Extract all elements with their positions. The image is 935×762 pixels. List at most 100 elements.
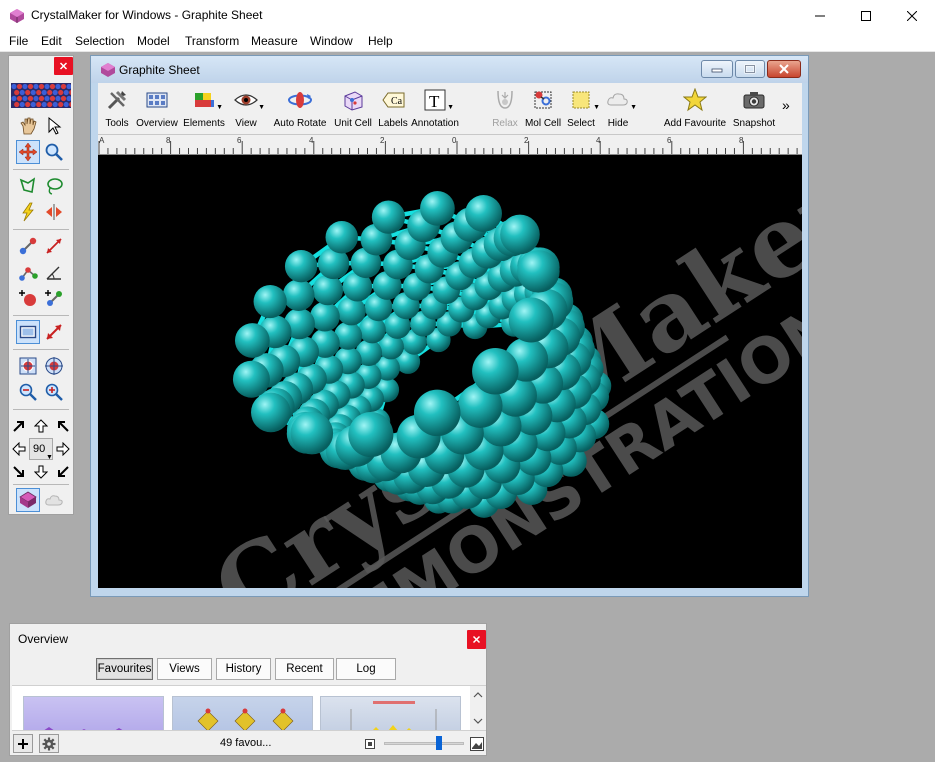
carbon-atom[interactable] <box>325 220 358 254</box>
add-favourite-small-button[interactable] <box>13 734 33 753</box>
toolbar-relax-button[interactable]: Relax <box>488 87 522 133</box>
tab-favourites[interactable]: Favourites <box>96 658 153 680</box>
carbon-atom[interactable] <box>232 360 270 398</box>
thumbnail-scrollbar[interactable] <box>470 686 486 730</box>
favourite-thumbnail[interactable] <box>23 696 164 730</box>
toolbar-auto-rotate-button[interactable]: Auto Rotate <box>271 87 329 133</box>
zoom-fit-tool[interactable] <box>16 354 40 378</box>
document-title-bar[interactable]: Graphite Sheet <box>91 56 808 83</box>
toolbar-view-button[interactable]: ▼ View <box>230 87 265 133</box>
carbon-atom[interactable] <box>312 274 344 306</box>
crystal-edit-tool[interactable] <box>16 488 40 512</box>
carbon-atom[interactable] <box>337 296 366 326</box>
menu-measure[interactable]: Measure <box>251 34 298 48</box>
carbon-atom[interactable] <box>508 297 554 343</box>
add-atom-tool[interactable] <box>16 286 40 310</box>
menu-window[interactable]: Window <box>310 34 353 48</box>
polygon-lasso-tool[interactable] <box>16 174 40 198</box>
resize-tool[interactable] <box>42 320 66 344</box>
lasso-tool[interactable] <box>42 174 66 198</box>
carbon-atom[interactable] <box>465 195 502 232</box>
rotate-right-button[interactable] <box>53 437 73 461</box>
cloud-tool[interactable] <box>42 488 66 512</box>
tab-recent[interactable]: Recent <box>275 658 334 680</box>
carbon-atom[interactable] <box>253 284 287 319</box>
carbon-atom[interactable] <box>348 411 394 458</box>
toolbar-snapshot-button[interactable]: Snapshot <box>732 87 776 133</box>
toolbar-annotation-button[interactable]: T ▼ Annotation <box>411 87 459 133</box>
maximize-button[interactable] <box>843 0 889 31</box>
add-bond-tool[interactable] <box>42 286 66 310</box>
hand-tool[interactable] <box>16 114 40 138</box>
favourite-thumbnail[interactable] <box>320 696 461 730</box>
toolbar-overflow-chevron-icon[interactable]: » <box>782 97 798 117</box>
angle-atoms-tool[interactable] <box>16 260 40 284</box>
rotate-down-button[interactable] <box>31 460 51 484</box>
nanotube-model[interactable]: CrystalMaker DEMONSTRATION <box>98 155 802 588</box>
menu-transform[interactable]: Transform <box>185 34 239 48</box>
rotate-down-right-button[interactable] <box>53 460 73 484</box>
centre-tool[interactable] <box>42 354 66 378</box>
rotate-down-left-button[interactable] <box>9 460 29 484</box>
carbon-atom[interactable] <box>290 411 334 455</box>
carbon-atom[interactable] <box>517 250 560 293</box>
toolbar-tools-button[interactable]: Tools <box>100 87 134 133</box>
toolbar-mol-cell-button[interactable]: Mol Cell <box>524 87 562 133</box>
lightning-tool[interactable] <box>16 200 40 224</box>
thumbnail-size-slider-thumb[interactable] <box>436 736 442 750</box>
menu-selection[interactable]: Selection <box>75 34 124 48</box>
menu-file[interactable]: File <box>9 34 28 48</box>
carbon-atom[interactable] <box>282 279 315 311</box>
angle-measure-tool[interactable] <box>42 260 66 284</box>
carbon-atom[interactable] <box>371 200 406 234</box>
carbon-atom[interactable] <box>413 389 461 437</box>
toolbar-labels-button[interactable]: Ca Labels <box>376 87 410 133</box>
crystal-structure-thumbnail[interactable] <box>11 83 71 108</box>
rotate-up-right-button[interactable] <box>53 414 73 438</box>
document-restore-button[interactable] <box>735 60 765 78</box>
move-tool[interactable] <box>16 140 40 164</box>
select-arrow-tool[interactable] <box>42 114 66 138</box>
frame-tool[interactable] <box>16 320 40 344</box>
zoom-in-tool[interactable] <box>42 380 66 404</box>
carbon-atom[interactable] <box>472 348 519 395</box>
structure-viewport[interactable]: CrystalMaker DEMONSTRATION <box>98 155 802 588</box>
favourite-thumbnail[interactable] <box>172 696 313 730</box>
menu-help[interactable]: Help <box>368 34 393 48</box>
bond-tool[interactable] <box>16 234 40 258</box>
toolbar-elements-button[interactable]: ▼ Elements <box>182 87 226 133</box>
toolbar-hide-button[interactable]: ▼ Hide <box>602 87 637 133</box>
magnify-tool[interactable] <box>42 140 66 164</box>
minimize-button[interactable] <box>797 0 843 31</box>
document-minimize-button[interactable] <box>701 60 733 78</box>
small-thumbnail-size-icon[interactable] <box>364 738 376 750</box>
flip-tool[interactable] <box>42 200 66 224</box>
large-thumbnail-size-icon[interactable] <box>469 736 485 752</box>
carbon-atom[interactable] <box>284 249 318 283</box>
thumbnail-size-slider-track[interactable] <box>384 742 464 745</box>
rotate-left-button[interactable] <box>9 437 29 461</box>
rotate-up-left-button[interactable] <box>9 414 29 438</box>
carbon-atom[interactable] <box>420 191 455 226</box>
carbon-atom[interactable] <box>500 214 540 255</box>
menu-edit[interactable]: Edit <box>41 34 62 48</box>
document-close-button[interactable] <box>767 60 801 78</box>
menu-model[interactable]: Model <box>137 34 170 48</box>
overview-close-button[interactable] <box>467 630 486 649</box>
overview-settings-button[interactable] <box>39 734 59 753</box>
toolbar-add-favourite-button[interactable]: Add Favourite <box>662 87 728 133</box>
distance-tool[interactable] <box>42 234 66 258</box>
app-title-bar[interactable]: CrystalMaker for Windows - Graphite Shee… <box>0 0 935 31</box>
carbon-atom[interactable] <box>234 323 270 358</box>
toolbar-select-button[interactable]: ▼ Select <box>564 87 600 133</box>
palette-close-button[interactable] <box>54 57 73 75</box>
carbon-atom[interactable] <box>251 392 291 433</box>
toolbar-overview-button[interactable]: Overview <box>134 87 180 133</box>
tab-history[interactable]: History <box>216 658 271 680</box>
tab-views[interactable]: Views <box>157 658 212 680</box>
close-button[interactable] <box>889 0 935 31</box>
rotate-up-button[interactable] <box>31 414 51 438</box>
toolbar-unit-cell-button[interactable]: Unit Cell <box>332 87 374 133</box>
tab-log[interactable]: Log <box>336 658 396 680</box>
zoom-out-tool[interactable] <box>16 380 40 404</box>
